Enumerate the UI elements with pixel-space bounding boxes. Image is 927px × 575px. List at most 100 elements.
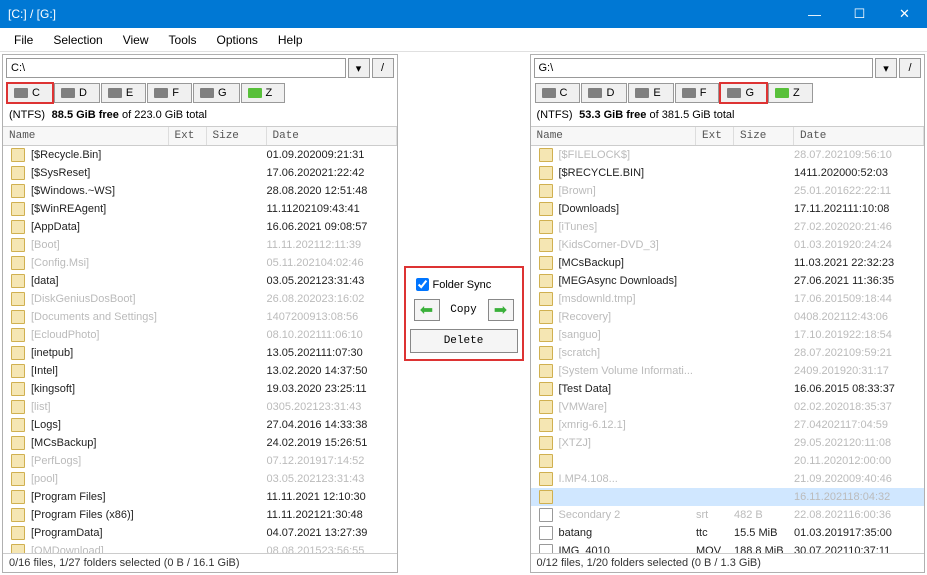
list-item[interactable]: Secondary 2srt482 B22.08.202116:00:36	[531, 506, 925, 524]
minimize-button[interactable]: —	[792, 0, 837, 28]
list-item[interactable]: [iTunes]27.02.202020:21:46	[531, 218, 925, 236]
list-item[interactable]: [DiskGeniusDosBoot]26.08.202023:16:02	[3, 290, 397, 308]
list-item[interactable]: [sanguo]17.10.201922:18:54	[531, 326, 925, 344]
list-item[interactable]: [EcloudPhoto]08.10.202111:06:10	[3, 326, 397, 344]
list-item[interactable]: [scratch]28.07.202109:59:21	[531, 344, 925, 362]
menu-view[interactable]: View	[113, 29, 159, 51]
list-item[interactable]: [Boot]11.11.202112:11:39	[3, 236, 397, 254]
menu-tools[interactable]: Tools	[159, 29, 207, 51]
col-name[interactable]: Name	[531, 127, 697, 145]
copy-right-button[interactable]: ➡	[488, 299, 514, 321]
copy-left-button[interactable]: ⬅	[414, 299, 440, 321]
list-item[interactable]: batangttc15.5 MiB01.03.201917:35:00	[531, 524, 925, 542]
right-path-input[interactable]	[534, 58, 874, 78]
left-path-input[interactable]	[6, 58, 346, 78]
list-item[interactable]: [xmrig-6.12.1]27.04202117:04:59	[531, 416, 925, 434]
left-file-list[interactable]: [$Recycle.Bin]01.09.202009:21:31[$SysRes…	[3, 146, 397, 553]
right-drive-z[interactable]: Z	[768, 83, 813, 103]
list-item[interactable]: [Test Data]16.06.2015 08:33:37	[531, 380, 925, 398]
folder-icon	[539, 490, 553, 504]
left-drive-d[interactable]: D	[54, 83, 100, 103]
right-path-dropdown[interactable]: ▾	[875, 58, 897, 78]
menu-file[interactable]: File	[4, 29, 43, 51]
folder-sync-checkbox[interactable]: Folder Sync	[410, 278, 518, 291]
folder-sync-check[interactable]	[416, 278, 429, 291]
list-item[interactable]: [Documents and Settings]1407200913:08:56	[3, 308, 397, 326]
item-date: 05.11.202104:02:46	[267, 257, 397, 269]
menu-options[interactable]: Options	[207, 29, 268, 51]
right-root-button[interactable]: /	[899, 58, 921, 78]
list-item[interactable]: [Config.Msi]05.11.202104:02:46	[3, 254, 397, 272]
right-drive-g[interactable]: G	[720, 83, 767, 103]
list-item[interactable]: I.MP4.108...21.09.202009:40:46	[531, 470, 925, 488]
right-drive-d[interactable]: D	[581, 83, 627, 103]
left-path-dropdown[interactable]: ▾	[348, 58, 370, 78]
list-item[interactable]: [QMDownload]08.08.201523:56:55	[3, 542, 397, 553]
menu-help[interactable]: Help	[268, 29, 313, 51]
list-item[interactable]: [AppData]16.06.2021 09:08:57	[3, 218, 397, 236]
list-item[interactable]: IMG_4010MOV188.8 MiB30.07.202110:37:11	[531, 542, 925, 553]
list-item[interactable]: [kingsoft]19.03.2020 23:25:11	[3, 380, 397, 398]
col-ext[interactable]: Ext	[169, 127, 207, 145]
list-item[interactable]: [MEGAsync Downloads]27.06.2021 11:36:35	[531, 272, 925, 290]
delete-button[interactable]: Delete	[410, 329, 518, 353]
maximize-button[interactable]: ☐	[837, 0, 882, 28]
list-item[interactable]: [Program Files (x86)]11.11.202121:30:48	[3, 506, 397, 524]
list-item[interactable]: [data]03.05.202123:31:43	[3, 272, 397, 290]
item-ext: MOV	[696, 545, 734, 553]
list-item[interactable]: [$FILELOCK$]28.07.202109:56:10	[531, 146, 925, 164]
list-item[interactable]: [Logs]27.04.2016 14:33:38	[3, 416, 397, 434]
list-item[interactable]: [Downloads]17.11.202111:10:08	[531, 200, 925, 218]
list-item[interactable]: 20.11.202012:00:00	[531, 452, 925, 470]
list-item[interactable]: [MCsBackup]11.03.2021 22:32:23	[531, 254, 925, 272]
item-name: [scratch]	[557, 347, 697, 359]
list-item[interactable]: [KidsCorner-DVD_3]01.03.201920:24:24	[531, 236, 925, 254]
list-item[interactable]: [System Volume Informati...2409.201920:3…	[531, 362, 925, 380]
right-drive-c[interactable]: C	[535, 83, 581, 103]
left-drive-c[interactable]: C	[7, 83, 53, 103]
left-drive-z[interactable]: Z	[241, 83, 286, 103]
list-item[interactable]: [$RECYCLE.BIN]1411.202000:52:03	[531, 164, 925, 182]
item-name: [MCsBackup]	[557, 257, 697, 269]
col-date[interactable]: Date	[794, 127, 924, 145]
list-item[interactable]: [Recovery]0408.202112:43:06	[531, 308, 925, 326]
left-drive-g[interactable]: G	[193, 83, 240, 103]
left-drive-f[interactable]: F	[147, 83, 192, 103]
list-item[interactable]: [Intel]13.02.2020 14:37:50	[3, 362, 397, 380]
folder-icon	[11, 436, 25, 450]
list-item[interactable]: [msdownld.tmp]17.06.201509:18:44	[531, 290, 925, 308]
col-ext[interactable]: Ext	[696, 127, 734, 145]
right-file-list[interactable]: [$FILELOCK$]28.07.202109:56:10[$RECYCLE.…	[531, 146, 925, 553]
list-item[interactable]: [VMWare]02.02.202018:35:37	[531, 398, 925, 416]
list-item[interactable]: [XTZJ]29.05.202120:11:08	[531, 434, 925, 452]
list-item[interactable]: [inetpub]13.05.202111:07:30	[3, 344, 397, 362]
list-item[interactable]: [PerfLogs]07.12.201917:14:52	[3, 452, 397, 470]
left-drive-e[interactable]: E	[101, 83, 146, 103]
col-size[interactable]: Size	[207, 127, 267, 145]
item-name: I.MP4.108...	[557, 473, 697, 485]
list-item[interactable]: [$Windows.~WS]28.08.2020 12:51:48	[3, 182, 397, 200]
col-date[interactable]: Date	[267, 127, 397, 145]
left-root-button[interactable]: /	[372, 58, 394, 78]
drive-label: E	[126, 87, 133, 99]
list-item[interactable]: [ProgramData]04.07.2021 13:27:39	[3, 524, 397, 542]
right-drive-f[interactable]: F	[675, 83, 720, 103]
list-item[interactable]: [$SysReset]17.06.202021:22:42	[3, 164, 397, 182]
item-name: IMG_4010	[557, 545, 697, 553]
right-drive-e[interactable]: E	[628, 83, 673, 103]
list-item[interactable]: [list]0305.202123:31:43	[3, 398, 397, 416]
menu-selection[interactable]: Selection	[43, 29, 112, 51]
list-item[interactable]: [pool]03.05.202123:31:43	[3, 470, 397, 488]
item-date: 28.07.202109:56:10	[794, 149, 924, 161]
item-date: 17.06.201509:18:44	[794, 293, 924, 305]
list-item[interactable]: [Brown]25.01.201622:22:11	[531, 182, 925, 200]
list-item[interactable]: [$WinREAgent]11.11202109:43:41	[3, 200, 397, 218]
list-item[interactable]: [Program Files]11.11.2021 12:10:30	[3, 488, 397, 506]
col-name[interactable]: Name	[3, 127, 169, 145]
list-item[interactable]: [$Recycle.Bin]01.09.202009:21:31	[3, 146, 397, 164]
folder-icon	[11, 310, 25, 324]
close-button[interactable]: ✕	[882, 0, 927, 28]
list-item[interactable]: 16.11.202118:04:32	[531, 488, 925, 506]
col-size[interactable]: Size	[734, 127, 794, 145]
list-item[interactable]: [MCsBackup]24.02.2019 15:26:51	[3, 434, 397, 452]
